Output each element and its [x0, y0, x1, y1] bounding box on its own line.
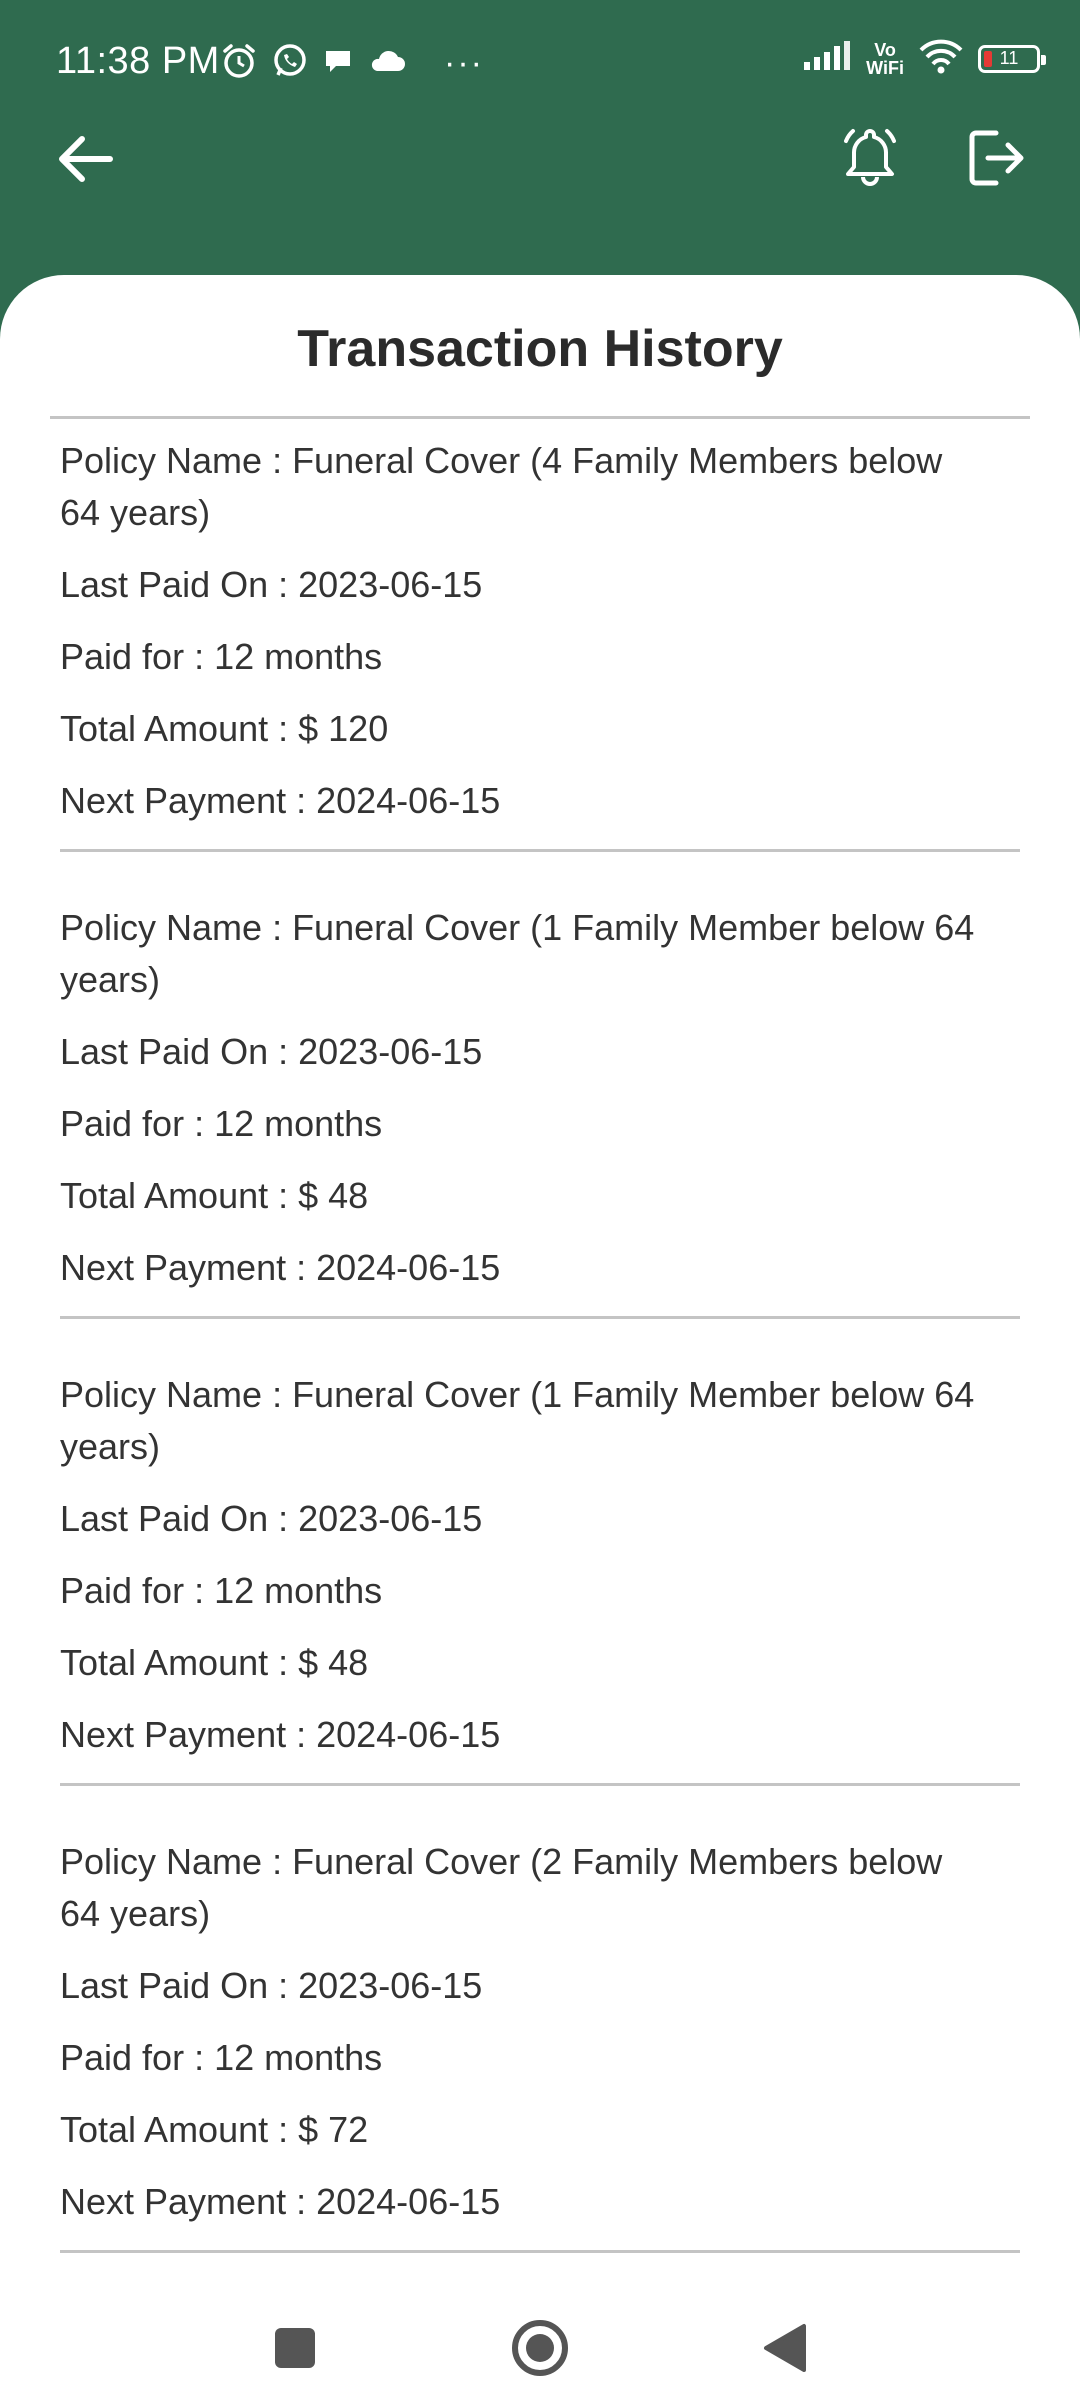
alarm-icon [220, 42, 258, 85]
app-header: 11:38 PM ··· Vo WiFi 11 [0, 0, 1080, 300]
notifications-button[interactable] [830, 120, 910, 200]
next-payment: Next Payment : 2024-06-15 [60, 2181, 501, 2222]
next-payment: Next Payment : 2024-06-15 [60, 1247, 501, 1288]
total-amount: Total Amount : $ 48 [60, 1642, 369, 1683]
vowifi-top: Vo [874, 39, 896, 60]
transaction-divider [60, 2250, 1020, 2253]
page-title: Transaction History [297, 320, 783, 378]
total-amount: Total Amount : $ 48 [60, 1175, 369, 1216]
triangle-back-icon [762, 2323, 808, 2378]
last-paid: Last Paid On : 2023-06-15 [60, 1965, 483, 2006]
arrow-left-icon [56, 134, 114, 189]
title-divider [50, 416, 1030, 419]
transaction-item: Policy Name : Funeral Cover (1 Family Me… [60, 1359, 1020, 1786]
battery-level: 11 [999, 48, 1019, 68]
transaction-divider [60, 1783, 1020, 1786]
transaction-divider [60, 1316, 1020, 1319]
paid-for: Paid for : 12 months [60, 1103, 383, 1144]
transaction-divider [60, 849, 1020, 852]
last-paid: Last Paid On : 2023-06-15 [60, 1498, 483, 1539]
home-button[interactable] [505, 2315, 575, 2385]
paid-for: Paid for : 12 months [60, 636, 383, 677]
system-back-button[interactable] [750, 2315, 820, 2385]
whatsapp-icon [272, 43, 308, 84]
last-paid: Last Paid On : 2023-06-15 [60, 1031, 483, 1072]
bell-icon [838, 125, 902, 196]
policy-name: Policy Name : Funeral Cover (1 Family Me… [60, 907, 975, 1000]
logout-icon [966, 127, 1024, 194]
paid-for: Paid for : 12 months [60, 1570, 383, 1611]
battery-icon: 11 [978, 44, 1046, 73]
back-button[interactable] [50, 126, 120, 196]
chat-icon [322, 45, 354, 82]
transaction-item: Policy Name : Funeral Cover (1 Family Me… [60, 892, 1020, 1319]
transaction-item: Policy Name : Funeral Cover (4 Family Me… [60, 425, 1020, 852]
status-bar: 11:38 PM ··· Vo WiFi 11 [0, 0, 1080, 120]
policy-name: Policy Name : Funeral Cover (4 Family Me… [60, 440, 943, 533]
total-amount: Total Amount : $ 120 [60, 708, 389, 749]
next-payment: Next Payment : 2024-06-15 [60, 1714, 501, 1755]
cloud-icon [368, 47, 406, 80]
policy-name: Policy Name : Funeral Cover (1 Family Me… [60, 1374, 975, 1467]
logout-button[interactable] [955, 120, 1035, 200]
signal-icon [802, 40, 852, 77]
last-paid: Last Paid On : 2023-06-15 [60, 564, 483, 605]
content-card: Transaction History Policy Name : Funera… [0, 275, 1080, 2295]
toolbar [0, 120, 1080, 200]
status-time: 11:38 PM [56, 40, 220, 82]
total-amount: Total Amount : $ 72 [60, 2109, 369, 2150]
system-navigation-bar [0, 2295, 1080, 2400]
paid-for: Paid for : 12 months [60, 2037, 383, 2078]
circle-icon [510, 2318, 570, 2383]
transaction-item: Policy Name : Funeral Cover (2 Family Me… [60, 1826, 1020, 2253]
transaction-list[interactable]: Policy Name : Funeral Cover (4 Family Me… [60, 425, 1020, 2293]
square-icon [273, 2326, 317, 2375]
next-payment: Next Payment : 2024-06-15 [60, 780, 501, 821]
vowifi-bottom: WiFi [866, 57, 904, 78]
more-notifications: ··· [444, 44, 484, 82]
recents-button[interactable] [260, 2315, 330, 2385]
wifi-icon [918, 38, 964, 79]
policy-name: Policy Name : Funeral Cover (2 Family Me… [60, 1841, 943, 1934]
vowifi-indicator: Vo WiFi [866, 41, 904, 77]
